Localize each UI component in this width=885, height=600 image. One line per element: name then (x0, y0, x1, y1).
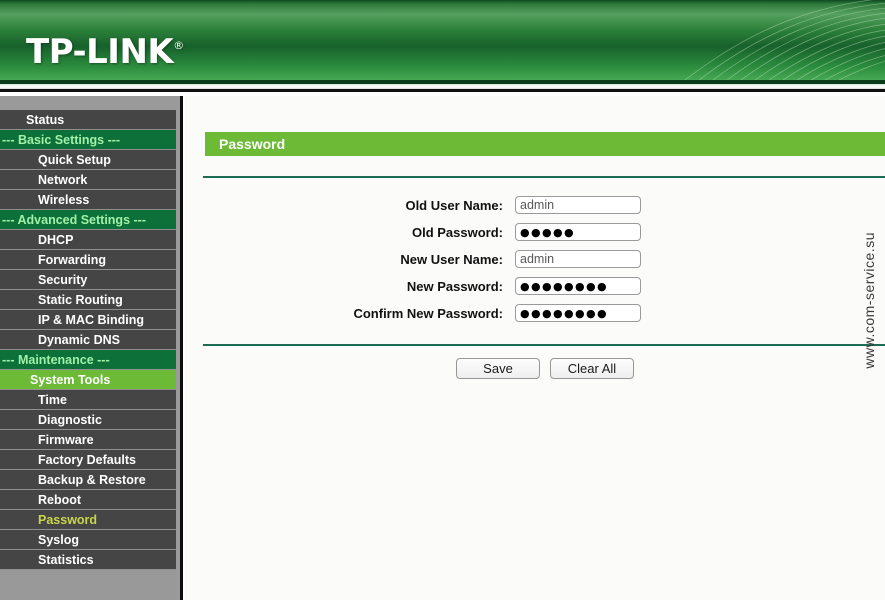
form-row-old-user-name: Old User Name: (185, 192, 885, 218)
registered-trademark-icon: ® (173, 39, 185, 52)
page-title: Password (219, 136, 286, 152)
sidebar-section-basic-settings: --- Basic Settings --- (0, 130, 176, 150)
save-button[interactable]: Save (456, 358, 540, 379)
sidebar-item-diagnostic[interactable]: Diagnostic (0, 410, 176, 430)
input-new-user-name[interactable] (515, 250, 641, 268)
page-title-bar: Password (205, 132, 885, 156)
sidebar-item-security[interactable]: Security (0, 270, 176, 290)
form-row-new-user-name: New User Name: (185, 246, 885, 272)
divider-top (203, 176, 885, 178)
form-row-new-password: New Password: (185, 273, 885, 299)
sidebar-item-status[interactable]: Status (0, 110, 176, 130)
sidebar-item-firmware[interactable]: Firmware (0, 430, 176, 450)
sidebar-item-statistics[interactable]: Statistics (0, 550, 176, 570)
sidebar-item-factory-defaults[interactable]: Factory Defaults (0, 450, 176, 470)
label-old-user-name: Old User Name: (405, 197, 503, 213)
divider-bottom (203, 344, 885, 346)
sidebar-item-ip-and-mac-binding[interactable]: IP & MAC Binding (0, 310, 176, 330)
label-new-user-name: New User Name: (400, 251, 503, 267)
main-content-panel: Password Old User Name: Old Password: New … (185, 96, 885, 600)
sidebar-item-time[interactable]: Time (0, 390, 176, 410)
sidebar-section-advanced-settings: --- Advanced Settings --- (0, 210, 176, 230)
clear-all-button[interactable]: Clear All (550, 358, 634, 379)
form-row-old-password: Old Password: (185, 219, 885, 245)
label-new-password: New Password: (406, 278, 503, 294)
sidebar-menu-list: Status --- Basic Settings --- Quick Setup N… (0, 110, 176, 570)
sidebar-item-quick-setup[interactable]: Quick Setup (0, 150, 176, 170)
label-old-password: Old Password: (411, 224, 503, 240)
input-new-password[interactable] (515, 277, 641, 295)
form-actions: Save Clear All (185, 358, 885, 379)
page-header: TP-LINK® (0, 0, 885, 80)
sidebar-item-dhcp[interactable]: DHCP (0, 230, 176, 250)
sidebar-item-reboot[interactable]: Reboot (0, 490, 176, 510)
logo-text: TP-LINK (26, 32, 174, 72)
sidebar-item-wireless[interactable]: Wireless (0, 190, 176, 210)
password-form: Old User Name: Old Password: New User Name… (185, 192, 885, 327)
sidebar-top-spacer (0, 96, 176, 110)
input-confirm-new-password[interactable] (515, 304, 641, 322)
header-swoosh-decoration (684, 0, 885, 80)
sidebar-navigation: Status --- Basic Settings --- Quick Setup N… (0, 96, 176, 600)
tp-link-logo: TP-LINK® (26, 29, 184, 69)
sidebar-section-maintenance: --- Maintenance --- (0, 350, 176, 370)
sidebar-item-dynamic-dns[interactable]: Dynamic DNS (0, 330, 176, 350)
sidebar-item-password[interactable]: Password (0, 510, 176, 530)
sidebar-item-forwarding[interactable]: Forwarding (0, 250, 176, 270)
label-confirm-new-password: Confirm New Password: (353, 305, 503, 321)
form-row-confirm-new-password: Confirm New Password: (185, 300, 885, 326)
sidebar-item-network[interactable]: Network (0, 170, 176, 190)
sidebar-item-syslog[interactable]: Syslog (0, 530, 176, 550)
sidebar-item-system-tools[interactable]: System Tools (0, 370, 176, 390)
input-old-password[interactable] (515, 223, 641, 241)
input-old-user-name[interactable] (515, 196, 641, 214)
sidebar-item-static-routing[interactable]: Static Routing (0, 290, 176, 310)
sidebar-item-backup-and-restore[interactable]: Backup & Restore (0, 470, 176, 490)
site-watermark: www.com-service.su (861, 232, 877, 369)
